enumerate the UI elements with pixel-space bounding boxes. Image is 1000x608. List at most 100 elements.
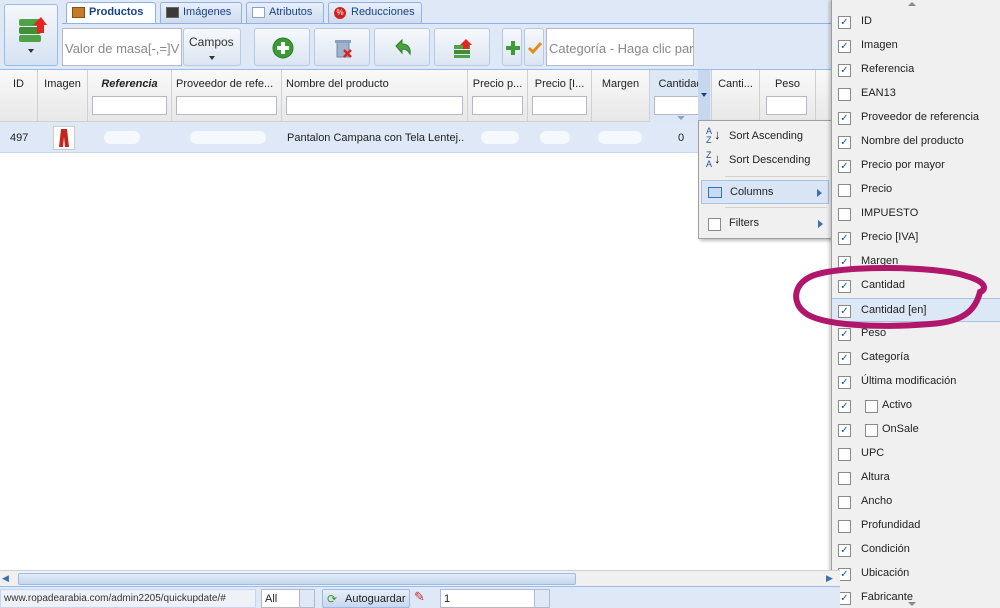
checkbox-icon[interactable]: ✓ [838,112,851,125]
fields-dropdown-button[interactable]: Campos [183,28,241,66]
column-header-nombre[interactable]: Nombre del producto [282,70,468,122]
column-header-imagen[interactable]: Imagen [38,70,88,122]
autosave-button[interactable]: ⟳ Autoguardar [322,589,410,608]
checkbox-icon[interactable]: ✓ [838,160,851,173]
column-toggle-item[interactable]: ✓ ID [832,10,1000,34]
filter-referencia-input[interactable] [92,96,167,115]
column-toggle-item[interactable]: ✓ Última modificación [832,370,1000,394]
column-toggle-item[interactable]: Ancho [832,490,1000,514]
tab-reducciones[interactable]: % Reducciones [328,2,422,23]
column-toggle-item[interactable]: ✓ Activo [832,394,1000,418]
checkbox-icon[interactable]: ✓ [838,400,851,413]
column-header-cantidad-en[interactable]: Canti... [712,70,760,122]
checkbox-icon[interactable] [838,208,851,221]
scroll-left-icon[interactable]: ◀ [2,573,14,585]
scroll-down-icon[interactable] [908,602,916,606]
checkbox-icon[interactable] [838,472,851,485]
filter-precio-iva-input[interactable] [532,96,587,115]
column-toggle-item[interactable]: ✓ OnSale [832,418,1000,442]
column-toggle-item[interactable]: ✓ Nombre del producto [832,130,1000,154]
column-toggle-item[interactable]: ✓ Ubicación [832,562,1000,586]
column-toggle-label: Condición [861,543,910,555]
checkbox-icon[interactable] [838,496,851,509]
add-category-button[interactable] [502,28,522,66]
column-toggle-item[interactable]: IMPUESTO [832,202,1000,226]
product-thumbnail[interactable] [53,126,75,150]
checkbox-icon[interactable] [838,184,851,197]
checkbox-icon[interactable]: ✓ [838,352,851,365]
column-header-precio-iva[interactable]: Precio [I... [528,70,592,122]
checkbox-icon[interactable] [865,400,878,413]
filter-nombre-input[interactable] [286,96,463,115]
product-image [59,129,69,147]
checkbox-icon[interactable]: ✓ [838,64,851,77]
checkbox-icon[interactable]: ✓ [838,232,851,245]
mass-value-input[interactable]: Valor de masa[-,=]V [62,28,182,66]
checkbox-icon[interactable]: ✓ [838,16,851,29]
tool-icon[interactable]: ✎ [414,589,434,608]
column-header-proveedor[interactable]: Proveedor de refe... [172,70,282,122]
tab-atributos[interactable]: Atributos [246,2,324,23]
checkbox-icon[interactable]: ✓ [838,40,851,53]
scroll-right-icon[interactable]: ▶ [826,573,838,585]
column-header-margen[interactable]: Margen [592,70,650,122]
column-toggle-label: Precio [IVA] [861,231,919,243]
delete-button[interactable] [314,28,370,66]
menu-item-sort-descending[interactable]: ZA ↓ Sort Descending [701,149,829,173]
redacted-reference [104,131,140,144]
column-toggle-item[interactable]: ✓ Categoría [832,346,1000,370]
horizontal-scrollbar[interactable]: ◀ ▶ [0,570,840,586]
database-export-icon [454,39,472,58]
filter-cantidad-input[interactable] [654,96,699,115]
filter-peso-input[interactable] [766,96,807,115]
column-toggle-item[interactable]: EAN13 [832,82,1000,106]
scrollbar-thumb[interactable] [18,573,576,585]
page-select[interactable]: 1 [440,589,550,608]
column-toggle-item[interactable]: ✓ Precio [IVA] [832,226,1000,250]
column-toggle-item[interactable]: ✓ Proveedor de referencia [832,106,1000,130]
checkbox-icon[interactable] [865,424,878,437]
checkbox-icon[interactable]: ✓ [838,424,851,437]
filter-proveedor-input[interactable] [176,96,277,115]
menu-item-columns[interactable]: Columns [701,180,829,204]
checkbox-icon[interactable]: ✓ [838,376,851,389]
column-header-cantidad[interactable]: Cantidad [650,70,712,122]
tab-productos[interactable]: Productos [66,2,156,24]
column-toggle-item[interactable]: Altura [832,466,1000,490]
menu-item-filters[interactable]: Filters [701,212,829,236]
column-toggle-item[interactable]: Precio [832,178,1000,202]
undo-button[interactable] [374,28,430,66]
tab-imagenes[interactable]: Imágenes [160,2,242,23]
column-toggle-item[interactable]: Profundidad [832,514,1000,538]
trash-icon [335,40,352,58]
checkbox-icon[interactable] [838,520,851,533]
column-header-id[interactable]: ID [0,70,38,122]
checkbox-icon[interactable] [838,448,851,461]
scroll-up-icon[interactable] [908,2,916,6]
main-menu-button[interactable] [4,4,58,66]
column-toggle-item[interactable]: ✓ Imagen [832,34,1000,58]
checkbox-icon[interactable]: ✓ [838,136,851,149]
column-toggle-item[interactable]: ✓ Fabricante [832,586,1000,608]
column-toggle-item[interactable]: ✓ Precio por mayor [832,154,1000,178]
export-button[interactable] [434,28,490,66]
redacted-wholesale-price [481,131,519,144]
checkbox-icon[interactable]: ✓ [838,544,851,557]
column-toggle-item[interactable]: ✓ Referencia [832,58,1000,82]
filter-precio-mayor-input[interactable] [472,96,523,115]
filter-select[interactable]: All [261,589,315,608]
column-toggle-item[interactable]: ✓ Condición [832,538,1000,562]
menu-item-sort-ascending[interactable]: AZ ↓ Sort Ascending [701,125,829,149]
confirm-category-button[interactable] [524,28,544,66]
category-input[interactable]: Categoría - Haga clic para [546,28,694,66]
column-header-peso[interactable]: Peso [760,70,816,122]
column-header-referencia[interactable]: Referencia [88,70,172,122]
image-icon [166,7,179,18]
checkbox-icon[interactable] [838,88,851,101]
add-product-button[interactable] [254,28,310,66]
chevron-down-icon [701,93,707,97]
column-header-precio-mayor[interactable]: Precio p... [468,70,528,122]
column-menu-trigger[interactable] [698,70,710,122]
checkbox-icon[interactable] [708,218,721,231]
column-toggle-item[interactable]: UPC [832,442,1000,466]
